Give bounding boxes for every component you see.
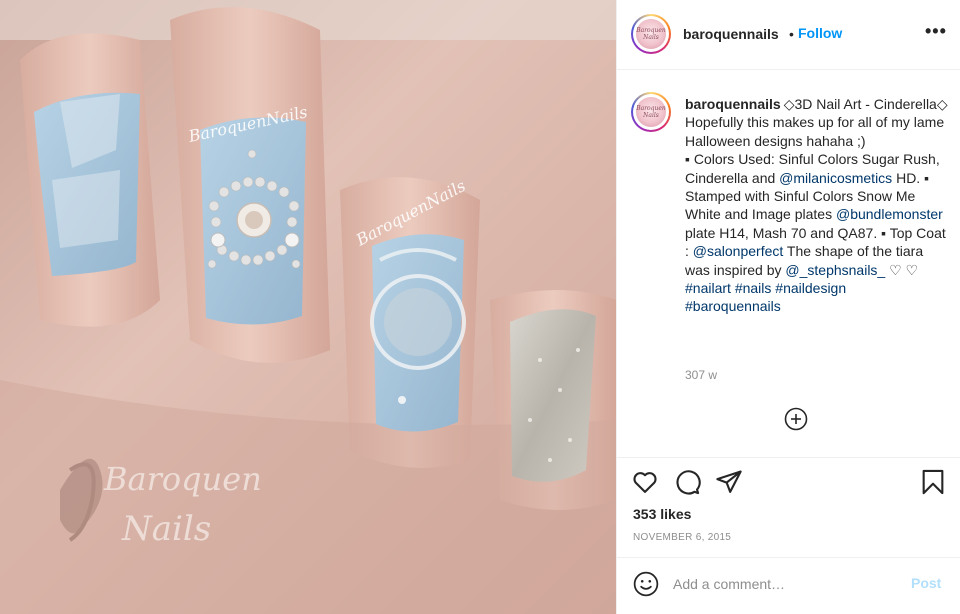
caption-text-segment: ◇3D Nail Art - Cinderella◇ (783, 96, 948, 112)
post-photo[interactable]: BaroquenNails BaroquenNails Baroquen Nai… (0, 0, 616, 614)
logo-line1: Baroquen (103, 460, 262, 498)
caption-link[interactable]: @_stephsnails_ (785, 262, 885, 278)
caption-body: ◇3D Nail Art - Cinderella◇ Hopefully this… (685, 96, 948, 314)
action-bar: 353 likes NOVEMBER 6, 2015 (617, 457, 960, 557)
caption-text: baroquennails ◇3D Nail Art - Cinderella◇ H… (685, 95, 951, 316)
nail-art-photo: BaroquenNails BaroquenNails Baroquen Nai… (0, 0, 616, 614)
caption-avatar[interactable]: Baroquen Nails (631, 92, 671, 132)
caption-link[interactable]: #nails (735, 280, 772, 296)
likes-count[interactable]: 353 likes (633, 506, 691, 522)
caption-avatar-logo: Baroquen Nails (636, 97, 666, 127)
header-separator: • (789, 26, 794, 42)
caption-link[interactable]: #naildesign (775, 280, 846, 296)
header-username[interactable]: baroquennails (683, 26, 779, 42)
emoji-icon[interactable] (633, 571, 659, 597)
caption-link[interactable]: #baroquennails (685, 298, 781, 314)
caption-link[interactable]: #nailart (685, 280, 731, 296)
caption-text-segment: ♡ ♡ (885, 261, 919, 278)
logo-line2: Nails (121, 509, 211, 549)
comment-icon[interactable] (673, 468, 701, 496)
instagram-post: BaroquenNails BaroquenNails Baroquen Nai… (0, 0, 960, 614)
post-comment-button[interactable]: Post (911, 575, 941, 591)
caption-time-ago[interactable]: 307 w (685, 368, 717, 382)
caption-text-segment: Hopefully this makes up for all of my la… (685, 114, 945, 149)
caption-section: Baroquen Nails baroquennails ◇3D Nail Art… (617, 70, 960, 457)
caption-link[interactable]: @milanicosmetics (779, 170, 892, 186)
post-date[interactable]: NOVEMBER 6, 2015 (633, 532, 731, 543)
post-side-panel: Baroquen Nails baroquennails • Follow ••… (616, 0, 960, 614)
share-icon[interactable] (715, 468, 743, 496)
more-options-icon[interactable]: ••• (925, 21, 947, 42)
comment-bar: Post (617, 557, 960, 614)
load-more-comments-icon[interactable] (784, 407, 808, 431)
caption-link[interactable]: @bundlemonster (836, 206, 943, 222)
post-header: Baroquen Nails baroquennails • Follow ••… (617, 0, 960, 70)
bookmark-icon[interactable] (919, 468, 947, 496)
heart-icon[interactable] (631, 468, 659, 496)
follow-button[interactable]: Follow (798, 25, 842, 41)
caption-link[interactable]: @salonperfect (693, 243, 783, 259)
caption-username[interactable]: baroquennails (685, 96, 781, 112)
comment-input[interactable] (673, 574, 893, 594)
avatar[interactable]: Baroquen Nails (631, 14, 671, 54)
avatar-logo: Baroquen Nails (636, 19, 666, 49)
